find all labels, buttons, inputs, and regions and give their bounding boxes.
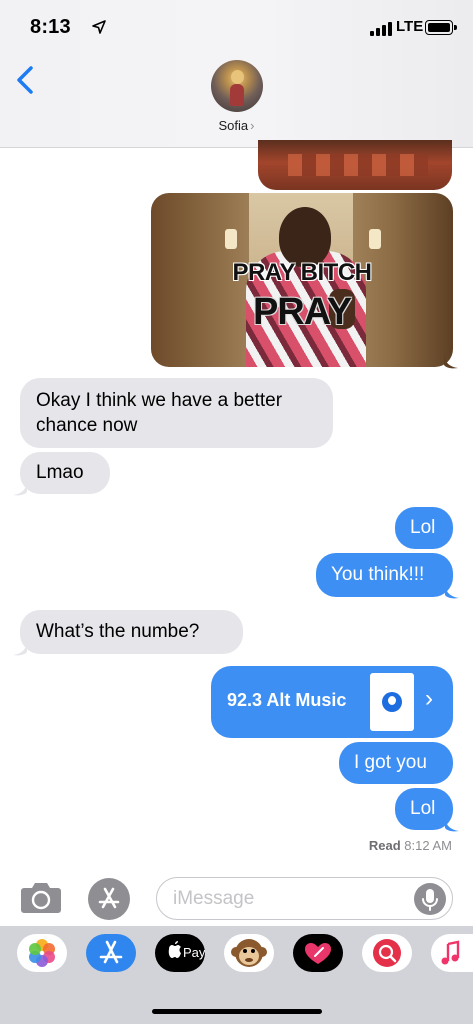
apple-pay-icon: Pay [168, 941, 206, 960]
message-text: What’s the numbe? [36, 621, 200, 642]
read-label: Read [368, 838, 401, 853]
heart-icon [305, 943, 331, 964]
incoming-message-bubble[interactable]: Lmao [20, 452, 110, 494]
read-receipt: Read 8:12 AM [369, 838, 452, 853]
imessage-input[interactable]: iMessage [156, 877, 453, 920]
chevron-right-icon: › [250, 118, 255, 133]
globe-search-icon [373, 939, 401, 967]
message-text: Lol [410, 517, 436, 538]
gif-message-partial[interactable] [258, 140, 452, 190]
incoming-message-bubble[interactable]: What’s the numbe? [20, 610, 243, 654]
app-store-button[interactable] [88, 878, 130, 920]
message-text: I got you [354, 752, 427, 773]
signal-bars-icon [370, 22, 392, 36]
digital-touch-app-button[interactable] [293, 934, 343, 972]
bubble-tail [444, 355, 458, 369]
status-bar: 8:13 LTE [0, 0, 473, 56]
bubble-tail [13, 482, 27, 496]
photos-icon [29, 939, 55, 967]
gif-message[interactable]: PRAY BITCH PRAY [151, 193, 453, 367]
outgoing-message-bubble[interactable]: You think!!! [316, 553, 453, 597]
bubble-tail [445, 585, 459, 599]
incoming-message-bubble[interactable]: Okay I think we have a better chance now [20, 378, 333, 448]
message-text: Okay I think we have a better chance now [36, 390, 283, 436]
chevron-right-icon[interactable]: › [425, 685, 433, 713]
svg-text:Pay: Pay [183, 945, 205, 960]
monkey-icon [231, 939, 267, 967]
contact-name-button[interactable]: Sofia › [0, 118, 473, 133]
music-note-icon [441, 940, 460, 965]
music-app-button[interactable] [431, 934, 473, 972]
message-text: You think!!! [331, 564, 425, 585]
back-chevron-icon[interactable] [14, 64, 38, 96]
photos-app-button[interactable] [17, 934, 67, 972]
microphone-button[interactable] [414, 883, 446, 915]
outgoing-message-bubble[interactable]: I got you [339, 742, 453, 784]
app-store-icon [99, 940, 123, 964]
bubble-tail [13, 642, 27, 656]
message-text: Lol [410, 798, 436, 819]
status-time: 8:13 [30, 16, 71, 38]
outgoing-message-bubble[interactable]: Lol [395, 507, 453, 549]
message-text: Lmao [36, 462, 84, 483]
contact-avatar[interactable] [211, 60, 263, 112]
app-store-icon [98, 887, 120, 909]
microphone-icon [422, 889, 438, 911]
location-arrow-icon [92, 20, 106, 34]
contact-name: Sofia [218, 118, 249, 133]
network-type: LTE [396, 18, 424, 35]
image-search-app-button[interactable] [362, 934, 412, 972]
app-store-app-button[interactable] [86, 934, 136, 972]
home-indicator[interactable] [152, 1009, 322, 1014]
avatar-figure-shape [230, 84, 244, 106]
read-time: 8:12 AM [404, 838, 452, 853]
battery-icon [425, 20, 457, 35]
bubble-tail [445, 818, 459, 832]
input-placeholder: iMessage [173, 888, 255, 909]
apple-pay-app-button[interactable]: Pay [155, 934, 206, 972]
gif-caption-top: PRAY BITCH [232, 259, 372, 286]
camera-icon[interactable] [20, 880, 62, 914]
document-thumbnail [370, 673, 414, 731]
avatar-head-shape [231, 70, 244, 84]
link-title: 92.3 Alt Music [227, 690, 347, 710]
shared-link-card[interactable]: 92.3 Alt Music › [211, 666, 453, 738]
contact-badge-icon [382, 692, 402, 712]
gif-caption-bottom: PRAY [252, 291, 352, 333]
animoji-app-button[interactable] [224, 934, 274, 972]
